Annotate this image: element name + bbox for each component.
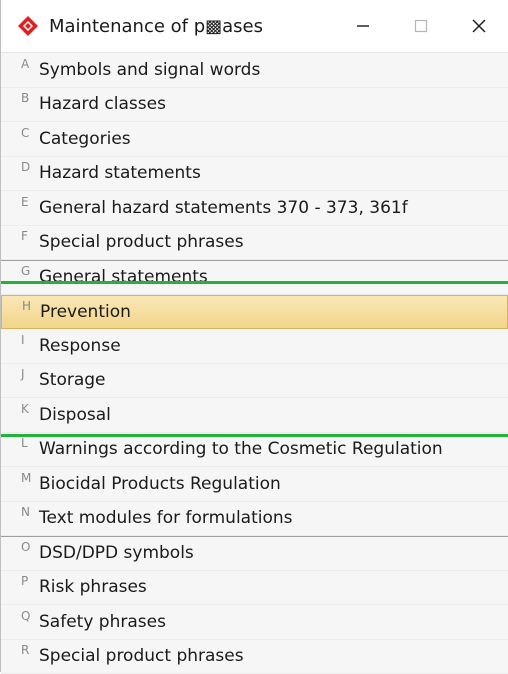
item-label: Disposal [39,405,111,425]
item-label: Safety phrases [39,612,166,632]
item-label: Hazard statements [39,163,201,183]
list-item[interactable]: FSpecial product phrases [1,226,508,261]
item-label: General statements [39,267,208,287]
item-letter: E [21,195,39,209]
item-letter: P [21,574,39,588]
item-label: Categories [39,129,131,149]
item-label: Risk phrases [39,577,147,597]
list-item[interactable]: BHazard classes [1,88,508,123]
item-letter: L [21,436,39,450]
item-letter: B [21,91,39,105]
item-label: DSD/DPD symbols [39,543,194,563]
item-letter: M [21,471,39,485]
list-item[interactable]: ASymbols and signal words [1,53,508,88]
item-letter: A [21,57,39,71]
item-letter: G [21,264,39,278]
item-letter: Q [21,609,39,623]
item-letter: C [21,126,39,140]
item-letter: N [21,505,39,519]
item-label: Storage [39,370,106,390]
item-letter: D [21,160,39,174]
highlight-line-top [1,281,508,284]
list-item[interactable]: NText modules for formulations [1,502,508,537]
maintenance-window: Maintenance of p▩ases ASymbols and signa… [0,0,508,672]
item-letter: H [22,299,40,313]
list-item[interactable]: KDisposal [1,398,508,433]
close-button[interactable] [450,0,508,52]
item-label: Special product phrases [39,646,244,666]
item-letter: R [21,643,39,657]
list-item[interactable]: MBiocidal Products Regulation [1,467,508,502]
list-item[interactable]: LWarnings according to the Cosmetic Regu… [1,433,508,468]
item-label: Response [39,336,121,356]
maximize-icon [413,18,429,34]
list-item[interactable]: EGeneral hazard statements 370 - 373, 36… [1,191,508,226]
item-label: Text modules for formulations [39,508,293,528]
list-item[interactable]: DHazard statements [1,157,508,192]
minimize-button[interactable] [334,0,392,52]
item-letter: I [21,333,39,347]
app-diamond-icon [15,13,41,39]
item-letter: J [21,367,39,381]
list-item[interactable]: PRisk phrases [1,571,508,606]
highlight-line-bottom [1,434,508,437]
item-label: Biocidal Products Regulation [39,474,281,494]
list-item[interactable]: QSafety phrases [1,605,508,640]
list-item[interactable]: RSpecial product phrases [1,640,508,674]
item-label: Symbols and signal words [39,60,260,80]
list-item[interactable]: GGeneral statements [1,260,508,295]
item-label: Hazard classes [39,94,166,114]
list-item[interactable]: CCategories [1,122,508,157]
list-item[interactable]: IResponse [1,329,508,364]
close-icon [471,18,487,34]
window-title: Maintenance of p▩ases [49,16,334,37]
phrase-category-list: ASymbols and signal words BHazard classe… [1,53,508,674]
list-item[interactable]: ODSD/DPD symbols [1,536,508,571]
title-bar[interactable]: Maintenance of p▩ases [1,0,508,53]
item-label: Prevention [40,302,131,322]
item-label: Warnings according to the Cosmetic Regul… [39,439,443,459]
item-letter: O [21,540,39,554]
item-label: Special product phrases [39,232,244,252]
item-letter: K [21,402,39,416]
maximize-button[interactable] [392,0,450,52]
list-item[interactable]: JStorage [1,364,508,399]
item-label: General hazard statements 370 - 373, 361… [39,198,408,218]
minimize-icon [355,18,371,34]
list-item-selected[interactable]: HPrevention [1,295,508,330]
item-letter: F [21,229,39,243]
